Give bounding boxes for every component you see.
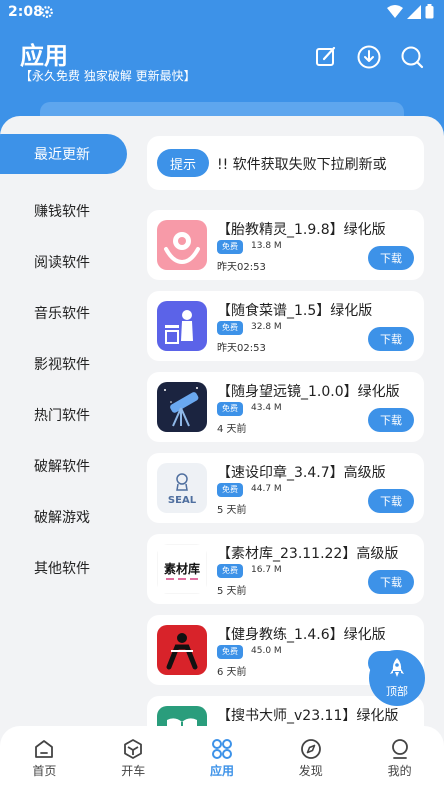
signal-icon [407,4,421,19]
app-title: 【健身教练_1.4.6】绿化版 [217,627,386,643]
download-button[interactable]: 下载 [368,570,414,594]
nav-home[interactable]: 首页 [0,726,89,789]
app-time: 4 天前 [217,424,247,435]
apps-grid-icon [211,739,232,759]
app-size: 16.7 M [251,565,282,575]
nav-apps[interactable]: 应用 [178,726,267,789]
notice-text: !! 软件获取失败下拉刷新或 [217,157,387,173]
free-badge: 免费 [217,402,243,416]
app-card[interactable]: SEAL 【速设印章_3.4.7】高级版 免费 44.7 M 5 天前 下载 [147,453,424,523]
nav-discover[interactable]: 发现 [266,726,355,789]
sidebar-item-label: 影视软件 [34,356,90,373]
fitness-icon [157,625,207,675]
app-card[interactable]: 【随身望远镜_1.0.0】绿化版 免费 43.4 M 4 天前 下载 [147,372,424,442]
nav-drive[interactable]: 开车 [89,726,178,789]
nav-label: 应用 [209,764,234,778]
back-to-top-label: 顶部 [386,685,408,698]
seal-icon-text: SEAL [168,495,197,506]
nav-label: 发现 [298,764,323,778]
back-to-top-button[interactable]: 顶部 [369,650,425,706]
nav-label: 首页 [32,764,57,778]
sidebar-item-recent[interactable]: 最近更新 [0,134,127,174]
sidebar-item-label: 破解游戏 [34,509,90,526]
sidebar-item-label: 赚钱软件 [34,203,90,220]
sidebar-item-cracked-games[interactable]: 破解游戏 [0,491,140,542]
sidebar-item-label: 最近更新 [34,147,90,163]
download-icon[interactable] [356,44,382,70]
nav-label: 开车 [121,764,146,778]
sidebar-item-reading[interactable]: 阅读软件 [0,236,140,287]
app-time: 5 天前 [217,505,247,516]
search-icon[interactable] [399,44,425,70]
download-button[interactable]: 下载 [368,246,414,270]
status-icons [387,4,434,19]
app-title: 【随身望远镜_1.0.0】绿化版 [217,384,400,400]
app-title: 【速设印章_3.4.7】高级版 [217,465,386,481]
notice-bar: !! 软件获取失败下拉刷新或 提示 [147,136,424,190]
app-time: 昨天02:53 [217,343,266,354]
chef-icon [157,301,207,351]
nav-profile[interactable]: 我的 [355,726,444,789]
app-size: 32.8 M [251,322,282,332]
bottom-nav: 首页 开车 应用 发现 我的 [0,726,444,789]
nav-label: 我的 [387,764,412,778]
free-badge: 免费 [217,321,243,335]
pregnancy-icon [157,220,207,270]
app-size: 43.4 M [251,403,282,413]
page-title: 应用 [20,42,68,70]
content-panel: 最近更新 赚钱软件 阅读软件 音乐软件 影视软件 热门软件 破解软件 破解游戏 … [0,116,444,736]
person-icon [391,739,408,759]
app-card[interactable]: 【随食菜谱_1.5】绿化版 免费 32.8 M 昨天02:53 下载 [147,291,424,361]
free-badge: 免费 [217,240,243,254]
app-size: 44.7 M [251,484,282,494]
sidebar-item-label: 音乐软件 [34,305,90,322]
sidebar-item-video[interactable]: 影视软件 [0,338,140,389]
free-badge: 免费 [217,483,243,497]
app-title: 【胎教精灵_1.9.8】绿化版 [217,222,386,238]
seal-icon: SEAL [157,463,207,513]
sidebar-item-label: 破解软件 [34,458,90,475]
sidebar-item-hot[interactable]: 热门软件 [0,389,140,440]
app-size: 13.8 M [251,241,282,251]
rocket-icon [390,658,404,677]
app-time: 5 天前 [217,586,247,597]
sidebar-item-music[interactable]: 音乐软件 [0,287,140,338]
status-bar: 2:08 [0,0,444,26]
free-badge: 免费 [217,564,243,578]
notice-badge: 提示 [157,149,209,177]
wifi-icon [387,4,403,18]
sidebar-item-label: 热门软件 [34,407,90,424]
edit-icon[interactable] [313,44,339,70]
telescope-icon [157,382,207,432]
compass-icon [300,739,321,759]
download-button[interactable]: 下载 [368,408,414,432]
download-button[interactable]: 下载 [368,327,414,351]
page-subtitle: 【永久免费 独家破解 更新最快】 [20,69,196,83]
sidebar-item-money[interactable]: 赚钱软件 [0,185,140,236]
app-card[interactable]: 【胎教精灵_1.9.8】绿化版 免费 13.8 M 昨天02:53 下载 [147,210,424,280]
sidebar-item-label: 阅读软件 [34,254,90,271]
app-card[interactable]: 素材库 【素材库_23.11.22】高级版 免费 16.7 M 5 天前 下载 [147,534,424,604]
app-title: 【随食菜谱_1.5】绿化版 [217,303,373,319]
category-sidebar: 最近更新 赚钱软件 阅读软件 音乐软件 影视软件 热门软件 破解软件 破解游戏 … [0,134,140,593]
home-icon [35,740,54,758]
download-button[interactable]: 下载 [368,489,414,513]
sidebar-item-label: 其他软件 [34,560,90,577]
app-time: 6 天前 [217,667,247,678]
app-size: 45.0 M [251,646,282,656]
status-time: 2:08 [8,4,43,20]
sidebar-item-other[interactable]: 其他软件 [0,542,140,593]
free-badge: 免费 [217,645,243,659]
app-title: 【搜书大师_v23.11】绿化版 [217,708,399,724]
steering-icon [124,739,143,759]
battery-icon [425,4,434,19]
app-title: 【素材库_23.11.22】高级版 [217,546,399,562]
gear-icon [41,6,53,18]
sidebar-item-cracked-apps[interactable]: 破解软件 [0,440,140,491]
material-library-icon-text: 素材库 [164,561,200,576]
app-time: 昨天02:53 [217,262,266,273]
material-library-icon: 素材库 [157,544,207,594]
